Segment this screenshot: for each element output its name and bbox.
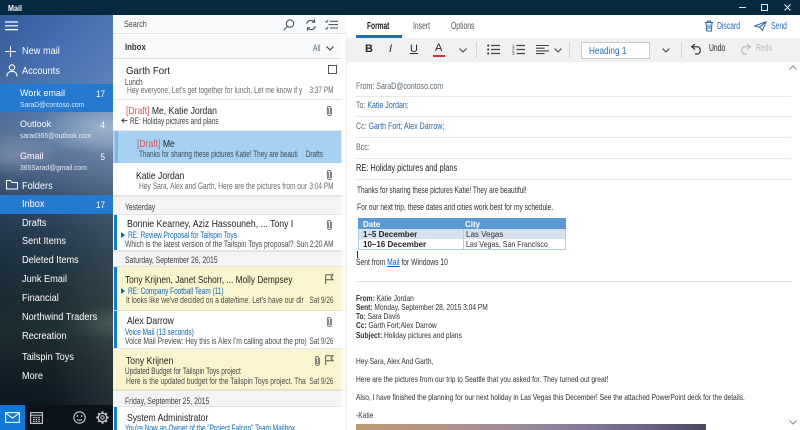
svg-text:3: 3 [512,51,515,55]
